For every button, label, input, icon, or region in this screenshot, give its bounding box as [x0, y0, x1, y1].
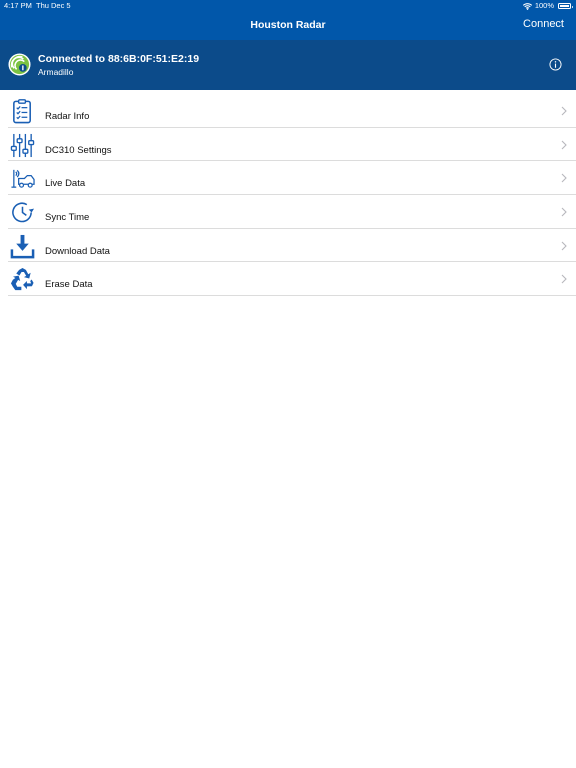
chevron-right-icon: [561, 207, 567, 217]
connection-banner: Connected to 88:6B:0F:51:E2:19 Armadillo: [0, 40, 576, 90]
chevron-right-icon: [561, 140, 567, 150]
menu-item-label: Radar Info: [45, 111, 90, 122]
menu-item-sync-time[interactable]: Sync Time: [0, 195, 576, 229]
menu-item-label: Erase Data: [45, 279, 93, 291]
battery-percent: 100%: [534, 1, 554, 10]
menu-item-live-data[interactable]: Live Data: [0, 161, 576, 195]
status-right: 100%: [522, 0, 573, 12]
chevron-right-icon: [561, 173, 567, 183]
download-tray-icon: [10, 234, 35, 259]
chevron-right-icon: [561, 275, 567, 284]
menu-item-label: Download Data: [45, 245, 110, 257]
sliders-icon: [10, 133, 35, 157]
clipboard-checklist-icon: [13, 99, 31, 124]
menu-item-radar-info[interactable]: Radar Info: [0, 94, 576, 128]
clock-sync-icon: [12, 202, 35, 223]
menu-item-label: Live Data: [45, 178, 86, 190]
wifi-icon: [522, 2, 532, 10]
info-icon[interactable]: [549, 58, 562, 71]
menu-item-download-data[interactable]: Download Data: [0, 229, 576, 263]
recycle-icon: [10, 268, 34, 291]
car-radar-icon: [11, 170, 35, 189]
top-bar: 4:17 PM Thu Dec 5 100% Houston Radar Con…: [0, 0, 576, 40]
radar-logo-icon: [8, 53, 31, 76]
connect-button[interactable]: Connect: [523, 18, 564, 30]
chevron-right-icon: [561, 106, 567, 116]
menu-item-erase-data[interactable]: Erase Data: [0, 262, 576, 296]
nav-title: Houston Radar: [250, 19, 326, 31]
connection-title: Connected to 88:6B:0F:51:E2:19: [38, 53, 200, 65]
menu-item-label: DC310 Settings: [45, 144, 112, 156]
chevron-right-icon: [561, 241, 567, 251]
menu-item-dc310-settings[interactable]: DC310 Settings: [0, 128, 576, 162]
device-name: Armadillo: [38, 67, 74, 77]
battery-icon: [558, 3, 573, 9]
menu-item-label: Sync Time: [45, 212, 90, 224]
menu-list: Radar Info DC310 Settings Live Data Sync…: [0, 94, 576, 296]
status-time: 4:17 PM: [4, 1, 32, 10]
status-date: Thu Dec 5: [36, 1, 71, 10]
status-bar: 4:17 PM Thu Dec 5 100%: [0, 0, 576, 12]
